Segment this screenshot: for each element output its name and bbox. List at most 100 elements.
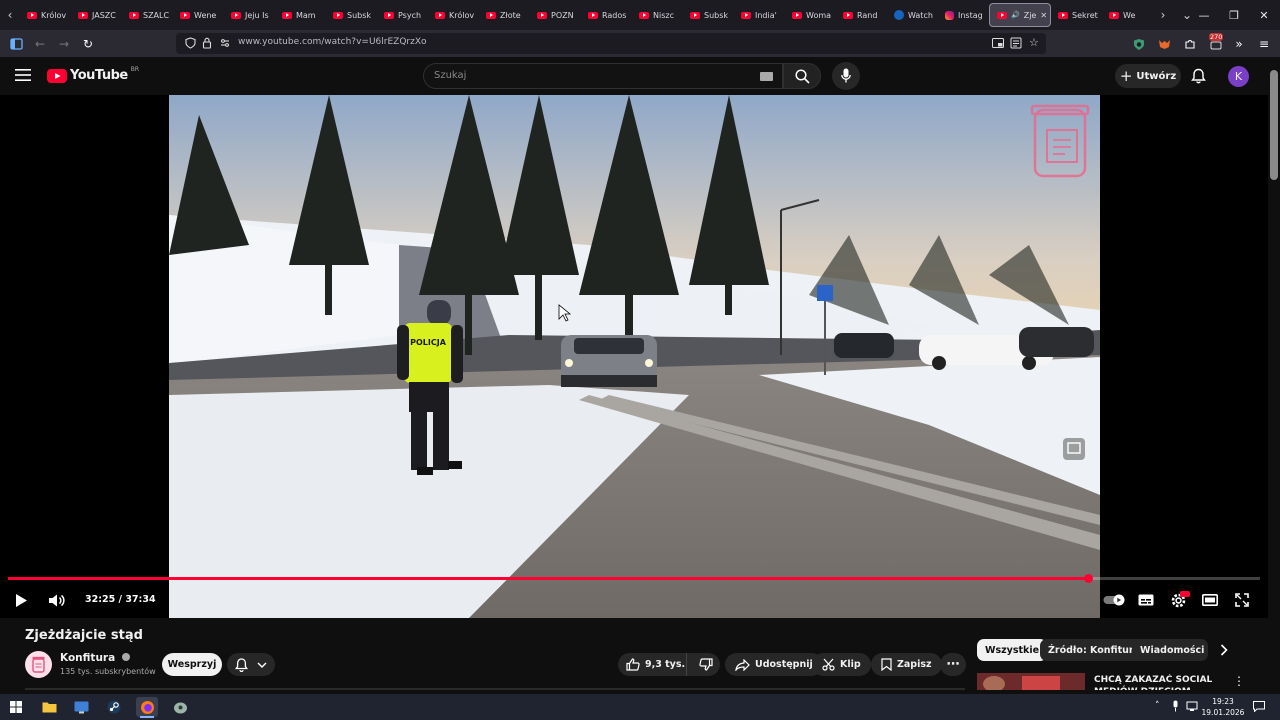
bookmark-star-icon[interactable]: ☆ — [1029, 36, 1039, 49]
ublock-extension-icon[interactable] — [1130, 35, 1148, 53]
save-button[interactable]: Zapisz — [871, 653, 942, 676]
fox-extension-icon[interactable] — [1155, 35, 1173, 53]
browser-tab[interactable]: Rados — [581, 3, 632, 27]
picture-in-picture-icon[interactable] — [992, 38, 1004, 48]
browser-navigation-bar: ← → ↻ www.youtube.com/watch?v=U6lrEZQrzX… — [0, 30, 1280, 57]
channel-avatar[interactable] — [25, 651, 52, 678]
notification-center-icon[interactable] — [1253, 701, 1265, 712]
extensions-puzzle-icon[interactable] — [1181, 35, 1199, 53]
minimize-icon[interactable]: — — [1188, 0, 1220, 30]
account-avatar[interactable]: K — [1228, 66, 1249, 87]
subtitles-button[interactable] — [1135, 591, 1157, 609]
browser-tab[interactable]: Instag — [938, 3, 989, 27]
channel-name[interactable]: Konfitura — [60, 652, 130, 664]
tray-overflow-chevron-icon[interactable]: ˄ — [1155, 701, 1160, 711]
autoplay-toggle[interactable] — [1103, 591, 1127, 609]
close-window-icon[interactable]: ✕ — [1248, 0, 1280, 30]
close-tab-icon[interactable]: ✕ — [1040, 11, 1047, 20]
tab-scroll-left-icon[interactable]: ‹ — [0, 0, 20, 30]
permissions-icon[interactable] — [219, 37, 231, 49]
browser-tab[interactable]: Woma — [785, 3, 836, 27]
browser-tab[interactable]: Psych — [377, 3, 428, 27]
create-button[interactable]: + Utwórz — [1115, 64, 1181, 88]
browser-tab[interactable]: Jeju Is — [224, 3, 275, 27]
like-button[interactable]: 9,3 tys. — [618, 653, 687, 676]
guide-menu-icon[interactable] — [15, 69, 31, 81]
restore-icon[interactable]: ❐ — [1218, 0, 1250, 30]
browser-tab[interactable]: Królov — [20, 3, 71, 27]
search-button[interactable] — [783, 63, 821, 89]
forward-icon[interactable]: → — [55, 35, 73, 53]
browser-tab[interactable]: Mam — [275, 3, 326, 27]
start-windows-icon[interactable] — [5, 697, 27, 717]
search-box[interactable]: Szukaj — [423, 63, 783, 89]
system-clock[interactable]: 19:23 19.01.2026 — [1200, 696, 1246, 718]
video-frame[interactable]: POLICJA — [169, 95, 1100, 618]
chip-all[interactable]: Wszystkie — [977, 639, 1048, 661]
youtube-logo[interactable]: YouTube BR — [47, 66, 140, 83]
notifications-bell-icon[interactable] — [1191, 68, 1206, 84]
youtube-favicon-icon — [384, 11, 394, 19]
theater-mode-button[interactable] — [1199, 591, 1221, 609]
steam-icon[interactable] — [103, 697, 125, 717]
youtube-favicon-icon — [843, 11, 853, 19]
next-video-thumbnail[interactable] — [977, 673, 1085, 690]
browser-tab[interactable]: Watch — [887, 3, 938, 27]
browser-tab[interactable]: POZN — [530, 3, 581, 27]
tab-scroll-right-icon[interactable]: › — [1153, 0, 1173, 30]
support-button[interactable]: Wesprzyj — [162, 653, 222, 676]
clip-button[interactable]: Klip — [812, 653, 871, 676]
chips-next-chevron-icon[interactable] — [1220, 644, 1228, 656]
browser-tab[interactable]: Wene — [173, 3, 224, 27]
control-panel-icon[interactable] — [70, 697, 92, 717]
lock-icon[interactable] — [202, 37, 212, 49]
browser-tab[interactable]: We — [1102, 3, 1153, 27]
chip-news[interactable]: Wiadomości ze — [1132, 639, 1208, 661]
page-scrollbar[interactable] — [1268, 57, 1280, 690]
video-player[interactable]: POLICJA 32:25 / 37:34 — [0, 95, 1268, 618]
app-icon[interactable] — [169, 697, 191, 717]
share-button[interactable]: Udostępnij — [725, 653, 823, 676]
voice-search-button[interactable] — [832, 62, 860, 90]
fullscreen-button[interactable] — [1231, 591, 1253, 609]
browser-tab[interactable]: JASZC — [71, 3, 122, 27]
volume-button[interactable] — [45, 591, 67, 609]
browser-tab[interactable]: Królov — [428, 3, 479, 27]
firefox-icon[interactable] — [136, 697, 158, 718]
reader-view-icon[interactable] — [1010, 37, 1022, 49]
browser-tab[interactable]: Subsk — [326, 3, 377, 27]
browser-tab[interactable]: Subsk — [683, 3, 734, 27]
next-video-title[interactable]: CHCĄ ZAKAZAĆ SOCIAL MEDIÓW DZIECIOM — [1094, 674, 1214, 690]
browser-tab-active[interactable]: 🔊 Zje ✕ — [989, 3, 1051, 27]
url-text: www.youtube.com/watch?v=U6lrEZQrzXo — [238, 37, 427, 47]
search-input[interactable]: Szukaj — [434, 70, 466, 81]
browser-tab[interactable]: Niszc — [632, 3, 683, 27]
browser-tab[interactable]: SZALC — [122, 3, 173, 27]
app-menu-icon[interactable]: ≡ — [1255, 35, 1273, 53]
browser-tab[interactable]: Sekret — [1051, 3, 1102, 27]
network-tray-icon[interactable] — [1186, 701, 1198, 711]
youtube-region-code: BR — [130, 66, 140, 73]
scrollbar-thumb[interactable] — [1270, 70, 1278, 180]
tracking-protection-icon[interactable] — [185, 37, 196, 49]
reload-icon[interactable]: ↻ — [79, 35, 97, 53]
address-bar[interactable]: www.youtube.com/watch?v=U6lrEZQrzXo ☆ — [176, 33, 1046, 54]
browser-tab[interactable]: Rand — [836, 3, 887, 27]
back-icon[interactable]: ← — [31, 35, 49, 53]
microphone-tray-icon[interactable] — [1172, 700, 1179, 712]
sidebar-toggle-icon[interactable] — [7, 35, 25, 53]
settings-button[interactable] — [1167, 591, 1190, 609]
tab-audio-icon[interactable]: 🔊 — [1011, 11, 1020, 19]
more-tools-icon[interactable]: » — [1230, 35, 1248, 53]
progress-track[interactable] — [8, 574, 1260, 583]
keyboard-icon[interactable] — [760, 72, 773, 81]
browser-tab[interactable]: India' — [734, 3, 785, 27]
subscription-notifications-button[interactable] — [227, 653, 275, 676]
youtube-favicon-icon — [27, 11, 37, 19]
file-explorer-icon[interactable] — [38, 697, 60, 717]
dislike-button[interactable] — [692, 653, 720, 676]
next-video-menu-icon[interactable]: ⋮ — [1233, 674, 1245, 688]
play-button[interactable] — [10, 591, 32, 609]
more-actions-button[interactable]: ⋯ — [940, 653, 966, 676]
browser-tab[interactable]: Złote — [479, 3, 530, 27]
